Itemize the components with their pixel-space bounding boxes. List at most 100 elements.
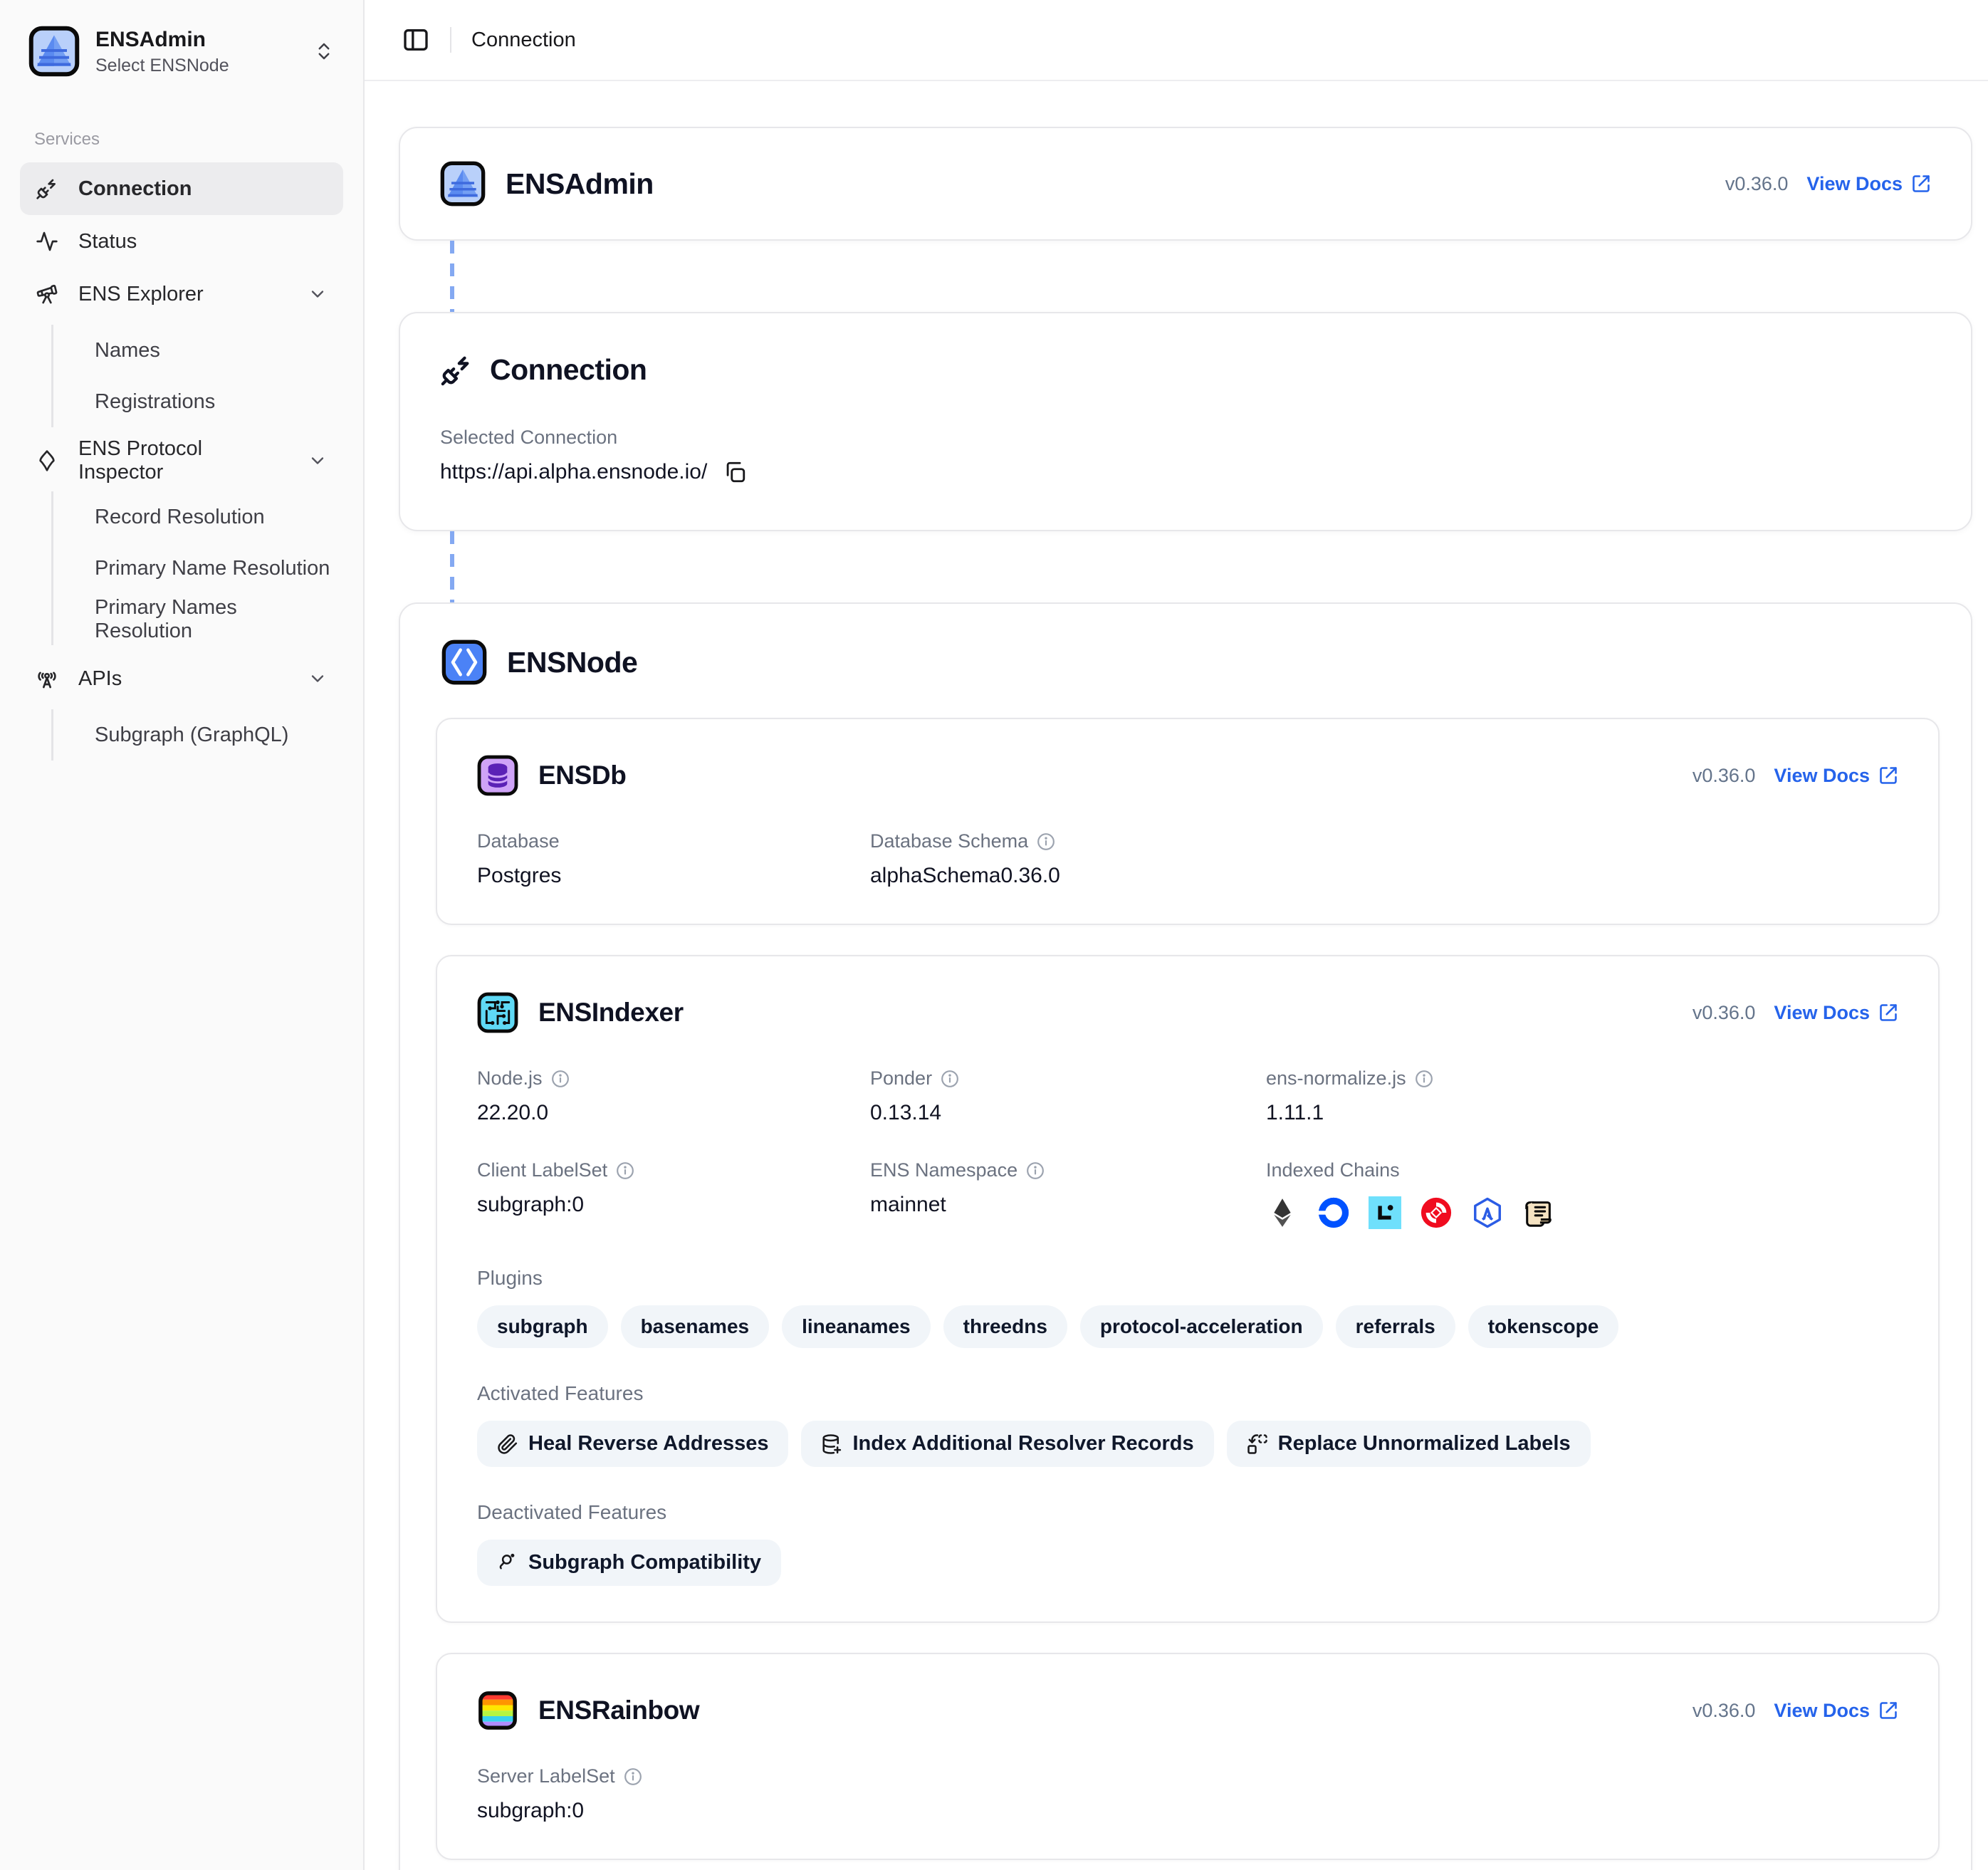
info-icon[interactable] — [1026, 1161, 1045, 1180]
services-section-label: Services — [34, 130, 343, 150]
field-value: 1.11.1 — [1266, 1101, 1898, 1125]
ensadmin-logo-icon — [28, 26, 80, 77]
ensindexer-card: ENSIndexer v0.36.0 View Docs Node.js — [436, 955, 1940, 1623]
replace-icon — [1247, 1433, 1268, 1455]
view-docs-label: View Docs — [1774, 1002, 1870, 1024]
ensadmin-view-docs-link[interactable]: View Docs — [1806, 173, 1931, 195]
content-scroll[interactable]: ENSAdmin v0.36.0 View Docs Connection — [365, 81, 1988, 1870]
plugin-chip: threedns — [943, 1305, 1067, 1348]
info-icon[interactable] — [1037, 832, 1055, 851]
app-subtitle: Select ENSNode — [95, 56, 298, 76]
copy-icon[interactable] — [723, 460, 747, 484]
breadcrumb: Connection — [471, 28, 576, 52]
ensrainbow-view-docs-link[interactable]: View Docs — [1774, 1700, 1898, 1722]
ethereum-chain-icon — [1266, 1196, 1299, 1229]
plugin-chip: subgraph — [477, 1305, 608, 1348]
info-icon[interactable] — [1415, 1070, 1433, 1088]
sidebar-item-connection[interactable]: Connection — [20, 162, 343, 215]
sidebar-item-subgraph-graphql[interactable]: Subgraph (GraphQL) — [82, 709, 343, 761]
field-label: Client LabelSet — [477, 1159, 607, 1181]
plugin-chip: referrals — [1336, 1305, 1455, 1348]
field-label: Database — [477, 830, 560, 852]
ensrainbow-logo-icon — [477, 1690, 518, 1731]
sidebar-item-names[interactable]: Names — [82, 325, 343, 376]
plug-zap-icon — [36, 177, 60, 200]
ensrainbow-card-title: ENSRainbow — [538, 1696, 699, 1725]
sidebar-item-apis[interactable]: APIs — [20, 652, 343, 705]
arbitrum-chain-icon — [1471, 1196, 1504, 1229]
dashed-connector — [450, 531, 454, 602]
chevron-down-icon — [308, 669, 328, 689]
field-value: subgraph:0 — [477, 1799, 870, 1823]
ensnode-card-title: ENSNode — [507, 646, 637, 679]
plugins-list: subgraph basenames lineanames threedns p… — [477, 1305, 1898, 1348]
topbar: Connection — [365, 0, 1988, 81]
chevron-down-icon — [308, 451, 328, 471]
ensnode-logo-icon — [441, 639, 487, 685]
linea-chain-icon — [1369, 1196, 1401, 1229]
ensnode-selector[interactable]: ENSAdmin Select ENSNode — [20, 20, 343, 83]
activated-features-list: Heal Reverse Addresses Index Additional … — [477, 1421, 1898, 1467]
feature-chip-label: Heal Reverse Addresses — [528, 1432, 768, 1456]
sidebar-item-ens-explorer[interactable]: ENS Explorer — [20, 268, 343, 320]
field-server-labelset: Server LabelSet subgraph:0 — [477, 1765, 870, 1823]
topbar-divider — [450, 27, 451, 53]
main-area: Connection ENSAdmin v0.36.0 — [365, 0, 1988, 1870]
field-value: Postgres — [477, 864, 870, 888]
ens-explorer-children: Names Registrations — [51, 325, 343, 427]
ensadmin-card-title: ENSAdmin — [506, 167, 654, 201]
activity-icon — [36, 230, 60, 253]
deactivated-features-list: Subgraph Compatibility — [477, 1540, 1898, 1586]
sidebar-item-record-resolution[interactable]: Record Resolution — [82, 491, 343, 543]
feature-chip-label: Index Additional Resolver Records — [852, 1432, 1193, 1456]
activated-features-label: Activated Features — [477, 1382, 1898, 1405]
ensdb-card-title: ENSDb — [538, 761, 626, 790]
info-icon[interactable] — [624, 1767, 642, 1786]
connection-url: https://api.alpha.ensnode.io/ — [440, 460, 707, 484]
ensindexer-card-title: ENSIndexer — [538, 998, 684, 1028]
info-icon[interactable] — [551, 1070, 570, 1088]
sidebar-item-primary-name-resolution[interactable]: Primary Name Resolution — [82, 543, 343, 594]
ensdb-view-docs-link[interactable]: View Docs — [1774, 765, 1898, 787]
field-nodejs: Node.js 22.20.0 — [477, 1067, 870, 1125]
graph-icon — [497, 1552, 518, 1574]
view-docs-label: View Docs — [1774, 765, 1870, 787]
sidebar-item-status[interactable]: Status — [20, 215, 343, 268]
telescope-icon — [36, 283, 60, 305]
field-value: 22.20.0 — [477, 1101, 870, 1125]
field-value: 0.13.14 — [870, 1101, 1266, 1125]
field-label: Server LabelSet — [477, 1765, 615, 1787]
sidebar-item-label: APIs — [78, 667, 289, 691]
field-value: mainnet — [870, 1193, 1266, 1217]
feature-chip-subgraph-compatibility: Subgraph Compatibility — [477, 1540, 781, 1586]
field-ens-normalize: ens-normalize.js 1.11.1 — [1266, 1067, 1898, 1125]
ensrainbow-version: v0.36.0 — [1693, 1700, 1756, 1722]
eth-diamond-icon — [36, 449, 60, 472]
sidebar-item-ens-protocol-inspector[interactable]: ENS Protocol Inspector — [20, 434, 343, 487]
field-label: Database Schema — [870, 830, 1028, 852]
external-link-icon — [1878, 1701, 1898, 1720]
scroll-chain-icon — [1522, 1196, 1555, 1229]
sidebar-item-label: ENS Protocol Inspector — [78, 437, 289, 484]
ensdb-card: ENSDb v0.36.0 View Docs Database Postgre… — [436, 718, 1940, 925]
external-link-icon — [1878, 766, 1898, 785]
field-label: Ponder — [870, 1067, 932, 1090]
radio-tower-icon — [36, 667, 60, 690]
panel-left-icon[interactable] — [402, 26, 430, 54]
feature-chip-label: Replace Unnormalized Labels — [1278, 1432, 1571, 1456]
ens-protocol-inspector-children: Record Resolution Primary Name Resolutio… — [51, 491, 343, 645]
apis-children: Subgraph (GraphQL) — [51, 709, 343, 761]
ensindexer-logo-icon — [477, 992, 518, 1033]
field-database-schema: Database Schema alphaSchema0.36.0 — [870, 830, 1266, 888]
info-icon[interactable] — [941, 1070, 959, 1088]
ensrainbow-card: ENSRainbow v0.36.0 View Docs Server Labe… — [436, 1653, 1940, 1860]
feature-chip-replace-unnormalized-labels: Replace Unnormalized Labels — [1227, 1421, 1591, 1467]
sidebar-item-registrations[interactable]: Registrations — [82, 376, 343, 427]
sidebar-item-primary-names-resolution[interactable]: Primary Names Resolution — [82, 594, 343, 645]
chevron-down-icon — [308, 284, 328, 304]
ensindexer-view-docs-link[interactable]: View Docs — [1774, 1002, 1898, 1024]
field-indexed-chains: Indexed Chains — [1266, 1159, 1898, 1233]
sidebar-nav: Connection Status ENS Explorer Names Reg… — [20, 162, 343, 768]
info-icon[interactable] — [616, 1161, 634, 1180]
base-chain-icon — [1317, 1196, 1350, 1229]
